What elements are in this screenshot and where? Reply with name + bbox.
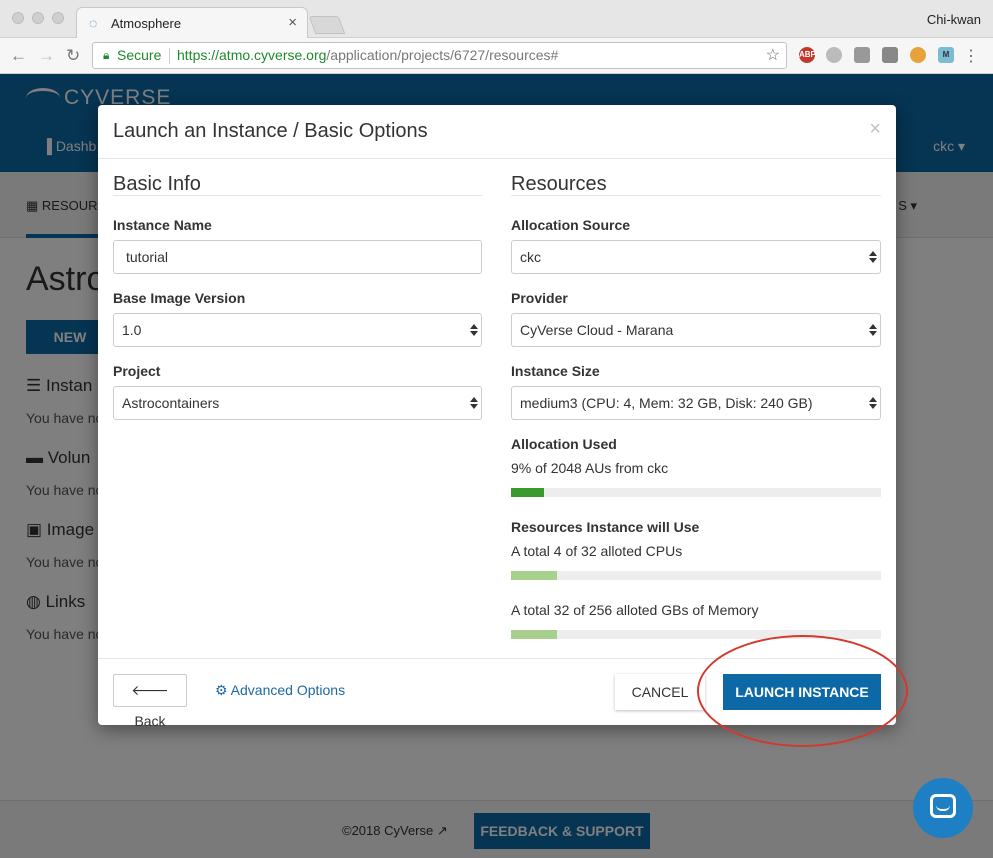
cloud-extension-icon[interactable]	[826, 47, 842, 63]
cyverse-favicon-icon: ◌	[89, 15, 98, 31]
base-image-version-label: Base Image Version	[113, 290, 246, 306]
window-controls[interactable]	[12, 12, 64, 24]
select-arrows-icon	[470, 397, 478, 409]
back-arrow-icon[interactable]: ←	[10, 46, 27, 66]
minimize-window-button[interactable]	[32, 12, 44, 24]
reload-icon[interactable]: ↻	[66, 46, 80, 66]
annotation-circle	[697, 635, 908, 747]
url-host: https://atmo.cyverse.org	[177, 47, 327, 63]
select-arrows-icon	[869, 397, 877, 409]
advanced-options-label: Advanced Options	[230, 682, 346, 698]
address-separator	[169, 48, 170, 64]
close-window-button[interactable]	[12, 12, 24, 24]
cpu-usage-bar	[511, 571, 881, 580]
allocation-source-label: Allocation Source	[511, 217, 631, 233]
allocation-source-select[interactable]: ckc	[511, 240, 881, 274]
basic-info-heading: Basic Info	[113, 173, 201, 195]
resources-will-use-label: Resources Instance will Use	[511, 519, 700, 535]
allocation-used-bar	[511, 488, 881, 497]
select-arrows-icon	[470, 324, 478, 336]
forward-arrow-icon[interactable]: →	[38, 46, 55, 66]
basic-info-divider	[113, 195, 482, 196]
browser-tab[interactable]: ◌ Atmosphere ×	[76, 7, 308, 38]
color-extension-icon[interactable]	[910, 47, 926, 63]
allocation-used-fill	[511, 488, 545, 497]
modal-header: Launch an Instance / Basic Options ×	[98, 105, 896, 159]
provider-select[interactable]: CyVerse Cloud - Marana	[511, 313, 881, 347]
url-path: /application/projects/6727/resources#	[326, 47, 559, 63]
project-label: Project	[113, 363, 161, 379]
browser-toolbar: ← → ↻ 🔒︎ Secure https://atmo.cyverse.org…	[0, 38, 993, 74]
advanced-options-link[interactable]: ⚙ Advanced Options	[215, 682, 345, 699]
base-image-version-select[interactable]: 1.0	[113, 313, 482, 347]
cpu-usage-fill	[511, 571, 558, 580]
browser-menu-icon[interactable]: ⋮	[963, 46, 979, 66]
cast-icon[interactable]	[854, 47, 870, 63]
cancel-button[interactable]: CANCEL	[615, 674, 705, 710]
launch-instance-modal: Launch an Instance / Basic Options × Bas…	[98, 105, 896, 729]
address-bar[interactable]: 🔒︎ Secure https://atmo.cyverse.org/appli…	[92, 42, 787, 69]
provider-label: Provider	[511, 290, 568, 306]
gear-icon: ⚙	[215, 682, 231, 698]
tab-title: Atmosphere	[111, 16, 182, 31]
instance-size-value: medium3 (CPU: 4, Mem: 32 GB, Disk: 240 G…	[520, 395, 813, 411]
resources-heading: Resources	[511, 173, 607, 195]
instance-name-label: Instance Name	[113, 217, 212, 233]
close-icon[interactable]: ×	[869, 118, 881, 141]
project-select[interactable]: Astrocontainers	[113, 386, 482, 420]
tab-close-icon[interactable]: ×	[288, 14, 297, 31]
back-button[interactable]: 🡐 Back	[113, 674, 187, 729]
browser-tab-strip: ◌ Atmosphere × Chi-kwan	[0, 0, 993, 38]
allocation-source-value: ckc	[520, 249, 541, 265]
back-button-label: Back	[134, 713, 166, 729]
lock-icon: 🔒︎	[103, 48, 110, 62]
url-text[interactable]: https://atmo.cyverse.org/application/pro…	[177, 43, 558, 68]
allocation-used-label: Allocation Used	[511, 436, 617, 452]
browser-profile-name[interactable]: Chi-kwan	[927, 12, 981, 27]
adblock-extension-icon[interactable]: ABP	[799, 47, 816, 63]
cpu-usage-text: A total 4 of 32 alloted CPUs	[511, 543, 683, 559]
maximize-window-button[interactable]	[52, 12, 64, 24]
new-tab-button[interactable]	[308, 16, 346, 34]
modal-title: Launch an Instance / Basic Options	[113, 120, 428, 142]
bookmark-star-icon[interactable]: ☆	[766, 43, 780, 68]
memory-usage-text: A total 32 of 256 alloted GBs of Memory	[511, 602, 759, 618]
instance-name-input[interactable]: tutorial	[113, 240, 482, 274]
resources-divider	[511, 195, 881, 196]
m-extension-icon[interactable]: M	[938, 47, 954, 63]
secure-label: Secure	[117, 47, 162, 63]
select-arrows-icon	[869, 251, 877, 263]
base-image-version-value: 1.0	[122, 322, 142, 338]
project-value: Astrocontainers	[122, 395, 220, 411]
select-arrows-icon	[869, 324, 877, 336]
intercom-chat-button[interactable]	[913, 778, 973, 838]
screenshot-extension-icon[interactable]	[882, 47, 898, 63]
instance-size-select[interactable]: medium3 (CPU: 4, Mem: 32 GB, Disk: 240 G…	[511, 386, 881, 420]
instance-size-label: Instance Size	[511, 363, 600, 379]
provider-value: CyVerse Cloud - Marana	[520, 322, 674, 338]
memory-usage-fill	[511, 630, 558, 639]
arrow-left-icon: 🡐	[131, 682, 169, 698]
allocation-used-text: 9% of 2048 AUs from ckc	[511, 460, 669, 476]
